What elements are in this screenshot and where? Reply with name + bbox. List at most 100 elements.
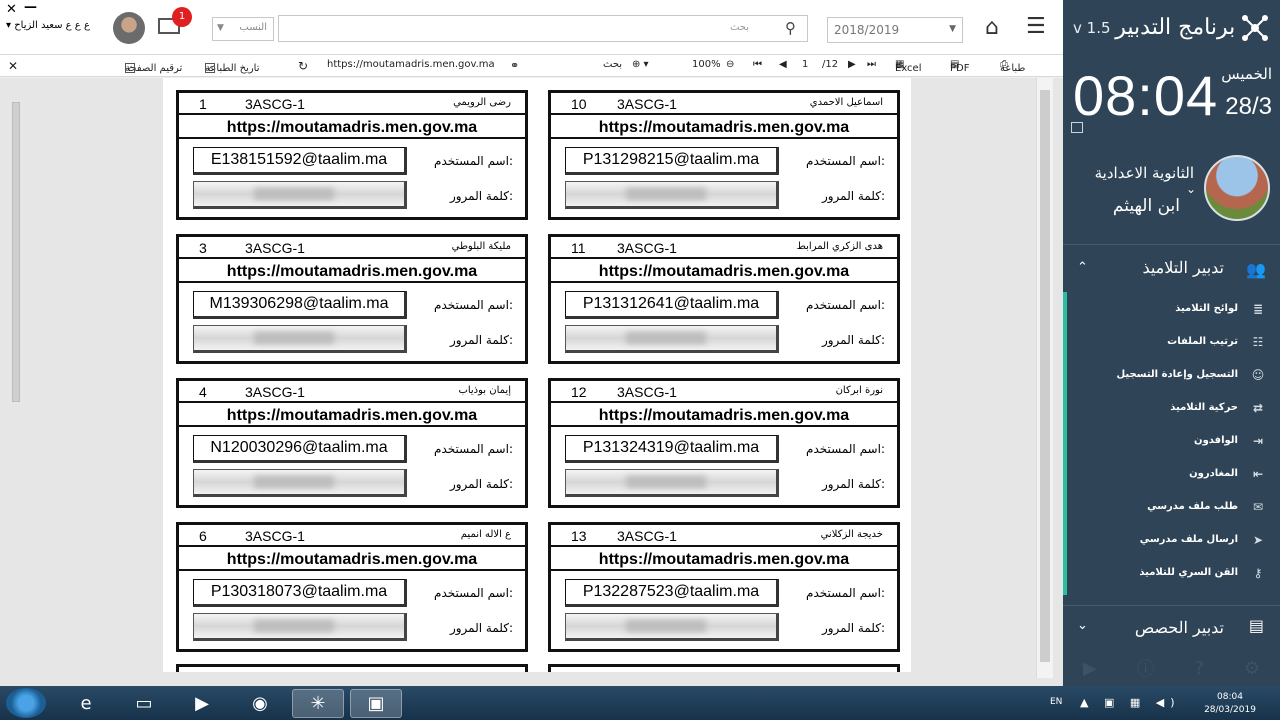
card-number: 12 — [571, 384, 587, 400]
sidebar-item-request[interactable]: طلب ملف مدرسي ✉ — [1067, 490, 1280, 523]
left-scrollbar[interactable] — [10, 82, 22, 678]
page-numbering-checkbox[interactable]: ✓ — [125, 63, 135, 73]
zoom-out-icon[interactable]: ⊖ — [726, 59, 734, 70]
sidebar-item-enter[interactable]: الوافدون ⇥ — [1067, 424, 1280, 457]
card-number: 1 — [199, 96, 207, 112]
username-label: اسم المستخدم: — [434, 586, 513, 600]
pdf-export[interactable]: PDF ▤ — [950, 59, 969, 74]
start-button[interactable] — [6, 688, 46, 718]
close-report-icon[interactable]: ✕ — [8, 59, 18, 73]
tray-clock[interactable]: 08:04 28/03/2019 — [1200, 691, 1260, 717]
section-sessions[interactable]: ⌄ تدبير الحصص ▤ — [1063, 605, 1280, 647]
sidebar-item-label: القن السري للتلاميذ — [1139, 567, 1238, 578]
prev-page-icon[interactable]: ◀ — [779, 59, 787, 70]
credential-card: 4 3ASCG-1 إيمان بوذياب https://moutamadris.… — [176, 378, 528, 508]
first-page-icon[interactable]: ⏮ — [753, 59, 762, 70]
avatar[interactable] — [113, 12, 145, 44]
zoom-level[interactable]: 100% — [692, 59, 721, 70]
gear-icon[interactable]: ⚙ — [1244, 658, 1260, 679]
print-date-checkbox[interactable]: ✓ — [205, 63, 215, 73]
last-page-icon[interactable]: ⏭ — [867, 59, 876, 70]
close-icon[interactable]: ✕ — [6, 2, 17, 17]
question-icon[interactable]: ? — [1194, 658, 1204, 679]
card-url: https://moutamadris.men.gov.ma — [179, 549, 525, 571]
username-value: E138151592@taalim.ma — [193, 147, 407, 175]
card-url: https://moutamadris.men.gov.ma — [551, 549, 897, 571]
binoculars-icon[interactable]: ⚭ — [510, 59, 519, 72]
pdf-label: PDF — [950, 63, 970, 74]
card-url: https://moutamadris.men.gov.ma — [179, 405, 525, 427]
firefox-icon[interactable]: ◉ — [234, 689, 286, 718]
sidebar-header: v 1.5 برنامج التدبير — [1063, 0, 1280, 55]
username-label: اسم المستخدم: — [806, 298, 885, 312]
student-name: هدى الزكري المرابط — [796, 241, 883, 252]
sidebar-item-label: ترتيب الملفات — [1167, 336, 1238, 347]
card-number: 4 — [199, 384, 207, 400]
sidebar-item-send[interactable]: ارسال ملف مدرسي ➤ — [1067, 523, 1280, 556]
next-page-icon[interactable]: ▶ — [848, 59, 856, 70]
filter-combo-text: النسب — [239, 22, 267, 33]
school-name-line2: ابن الهيثم — [1112, 196, 1180, 216]
card-header: 12 3ASCG-1 نورة ابركان — [551, 381, 897, 403]
enter-icon: ⇥ — [1252, 433, 1264, 448]
school-selector[interactable]: الثانوية الاعدادية ⌄ ابن الهيثم — [1063, 152, 1280, 234]
scroll-thumb[interactable] — [12, 102, 20, 402]
sidebar-item-key[interactable]: القن السري للتلاميذ ⚷ — [1067, 556, 1280, 589]
refresh-icon[interactable]: ↻ — [298, 59, 308, 73]
username-value: P130318073@taalim.ma — [193, 579, 407, 607]
excel-export[interactable]: Excel ▦ — [895, 59, 922, 74]
sidebar-item-label: طلب ملف مدرسي — [1147, 501, 1238, 512]
excel-label: Excel — [895, 63, 922, 74]
card-class: 3ASCG-1 — [617, 96, 677, 112]
sidebar-item-person[interactable]: التسجيل وإعادة التسجيل ☺ — [1067, 358, 1280, 391]
app-management-icon[interactable]: ✳ — [292, 689, 344, 718]
sidebar-item-list[interactable]: لوائح التلاميذ ≣ — [1067, 292, 1280, 325]
username-label: اسم المستخدم: — [434, 298, 513, 312]
filter-combo[interactable]: ▼ النسب — [212, 17, 274, 41]
scroll-thumb[interactable] — [1040, 90, 1050, 662]
language-indicator[interactable]: EN — [1050, 697, 1062, 707]
print-button[interactable]: طباعة ⎙ — [1000, 59, 1025, 74]
sidebar-item-sort[interactable]: ترتيب الملفات ☷ — [1067, 325, 1280, 358]
card-number: 11 — [571, 240, 586, 256]
tray-icons[interactable]: ▲ ▣ ▦ ◀) — [1080, 696, 1181, 709]
system-tray: EN ▲ ▣ ▦ ◀) 08:04 28/03/2019 — [1050, 689, 1260, 717]
document-viewer: 1 3ASCG-1 رضى الرويمي https://moutamadris.m… — [0, 78, 1063, 686]
explorer-icon[interactable]: ▭ — [118, 689, 170, 718]
search-icon[interactable]: ⚲ — [785, 19, 796, 37]
card-url: https://moutamadris.men.gov.ma — [551, 261, 897, 283]
credential-card: 13 3ASCG-1 خديجة الزكلاني https://moutamadr… — [548, 522, 900, 652]
app-secondary-icon[interactable]: ▣ — [350, 689, 402, 718]
ie-icon[interactable]: e — [60, 689, 112, 718]
search-label[interactable]: بحث — [603, 59, 622, 70]
section-student-management[interactable]: ⌃ تدبير التلاميذ 👥 — [1063, 252, 1280, 288]
sidebar-item-move[interactable]: حركية التلاميذ ⇄ — [1067, 391, 1280, 424]
student-name: اسماعيل الاحمدي — [809, 97, 883, 108]
sidebar-item-exit[interactable]: المغادرون ⇤ — [1067, 457, 1280, 490]
report-toolbar: ✕ ترقيم الصفحة ✓ تاريخ الطباعة ✓ ↻ https… — [0, 55, 1063, 77]
sidebar-menu: لوائح التلاميذ ≣ ترتيب الملفات ☷ التسجيل وإع… — [1063, 292, 1280, 595]
hamburger-menu-icon[interactable]: ☰ — [1026, 14, 1046, 39]
info-icon[interactable]: ⓘ — [1137, 655, 1155, 681]
year-select[interactable]: 2018/2019 ▼ — [827, 17, 963, 43]
chevron-up-icon: ⌃ — [1077, 260, 1088, 275]
blur-mask — [254, 620, 334, 632]
search-input[interactable]: بحث — [278, 15, 808, 42]
right-scrollbar[interactable] — [1036, 78, 1053, 678]
minimize-icon[interactable]: — — [24, 0, 37, 15]
username-label: اسم المستخدم: — [434, 442, 513, 456]
user-name[interactable]: ▾ ع ع ع سعيد الزياح — [6, 20, 90, 31]
video-icon[interactable]: ▶ — [1083, 658, 1097, 679]
clock-time: 08:04 — [1073, 64, 1219, 127]
card-header: 11 3ASCG-1 هدى الزكري المرابط — [551, 237, 897, 259]
media-player-icon[interactable]: ▶ — [176, 689, 228, 718]
calendar-icon[interactable] — [1071, 122, 1083, 133]
password-value-blurred — [565, 325, 779, 353]
password-value-blurred — [565, 469, 779, 497]
credential-card: 1 3ASCG-1 رضى الرويمي https://moutamadris.m… — [176, 90, 528, 220]
zoom-in-icon[interactable]: ⊕ ▾ — [632, 59, 649, 70]
exit-icon: ⇤ — [1252, 466, 1264, 481]
chevron-down-icon[interactable]: ⌄ — [1186, 182, 1196, 196]
page-input[interactable]: 1 — [802, 59, 808, 70]
home-icon[interactable]: ⌂ — [985, 15, 999, 40]
